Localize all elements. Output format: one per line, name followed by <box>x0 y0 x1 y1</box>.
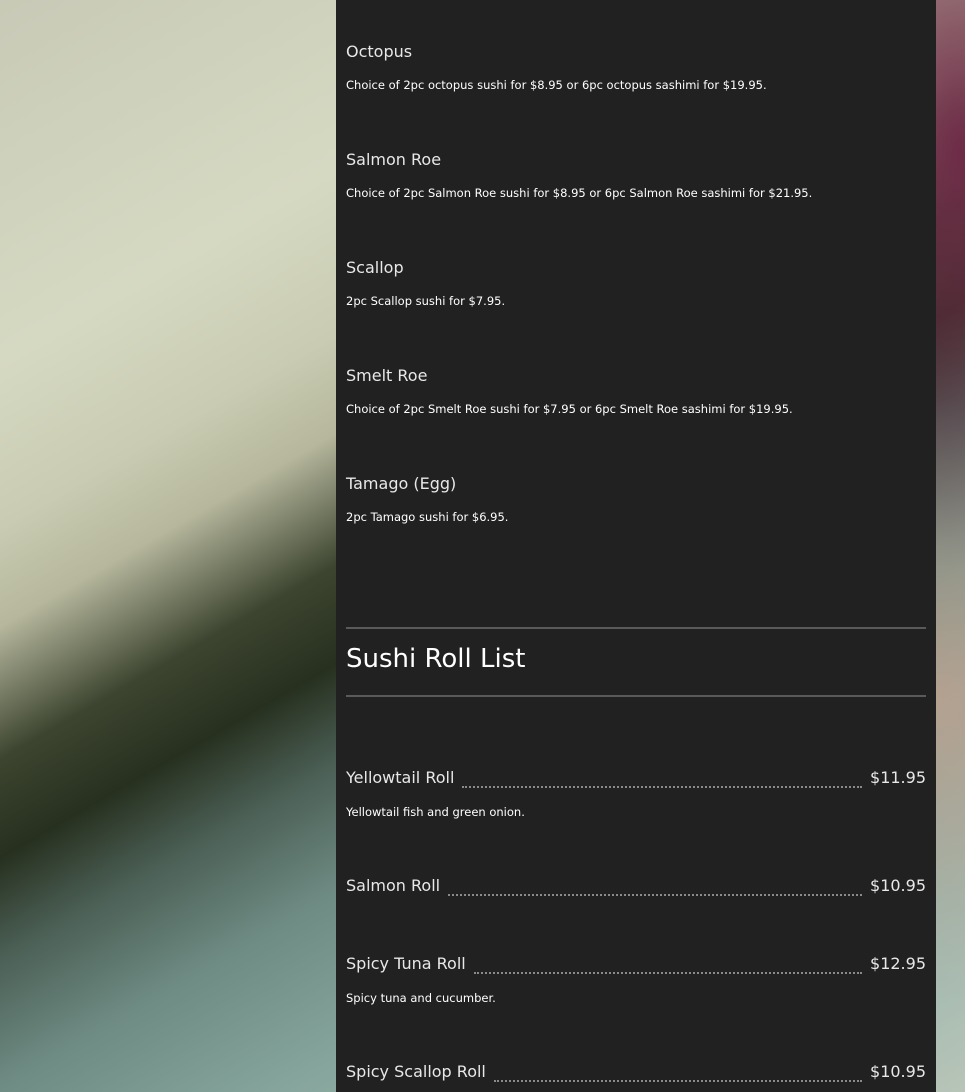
section-divider-top <box>346 627 926 629</box>
menu-item-description: 2pc Scallop sushi for $7.95. <box>346 294 506 308</box>
roll-name: Yellowtail Roll <box>346 768 455 787</box>
menu-item-description: 2pc Tamago sushi for $6.95. <box>346 510 509 524</box>
menu-item-title: Scallop <box>346 258 404 277</box>
section-title: Sushi Roll List <box>346 644 526 674</box>
menu-item-description: Choice of 2pc Salmon Roe sushi for $8.95… <box>346 186 813 200</box>
menu-item-title: Smelt Roe <box>346 366 428 385</box>
roll-price: $10.95 <box>870 876 926 895</box>
roll-name: Spicy Scallop Roll <box>346 1062 486 1081</box>
roll-description: Spicy tuna and cucumber. <box>346 991 496 1005</box>
dot-leader <box>493 1080 863 1082</box>
menu-item-title: Salmon Roe <box>346 150 442 169</box>
roll-row: Spicy Tuna Roll $12.95 <box>346 954 926 978</box>
roll-row: Salmon Roll $10.95 <box>346 876 926 900</box>
dot-leader <box>473 972 863 974</box>
menu-panel: Octopus Choice of 2pc octopus sushi for … <box>336 0 936 1092</box>
roll-price: $12.95 <box>870 954 926 973</box>
roll-row: Spicy Scallop Roll $10.95 <box>346 1062 926 1086</box>
roll-description: Yellowtail fish and green onion. <box>346 805 525 819</box>
menu-item-title: Octopus <box>346 42 413 61</box>
menu-item-title: Tamago (Egg) <box>346 474 457 493</box>
roll-row: Yellowtail Roll $11.95 <box>346 768 926 792</box>
roll-price: $10.95 <box>870 1062 926 1081</box>
roll-name: Salmon Roll <box>346 876 441 895</box>
roll-price: $11.95 <box>870 768 926 787</box>
roll-name: Spicy Tuna Roll <box>346 954 466 973</box>
dot-leader <box>462 786 863 788</box>
section-divider-bottom <box>346 695 926 697</box>
dot-leader <box>448 894 863 896</box>
menu-item-description: Choice of 2pc Smelt Roe sushi for $7.95 … <box>346 402 793 416</box>
menu-item-description: Choice of 2pc octopus sushi for $8.95 or… <box>346 78 767 92</box>
